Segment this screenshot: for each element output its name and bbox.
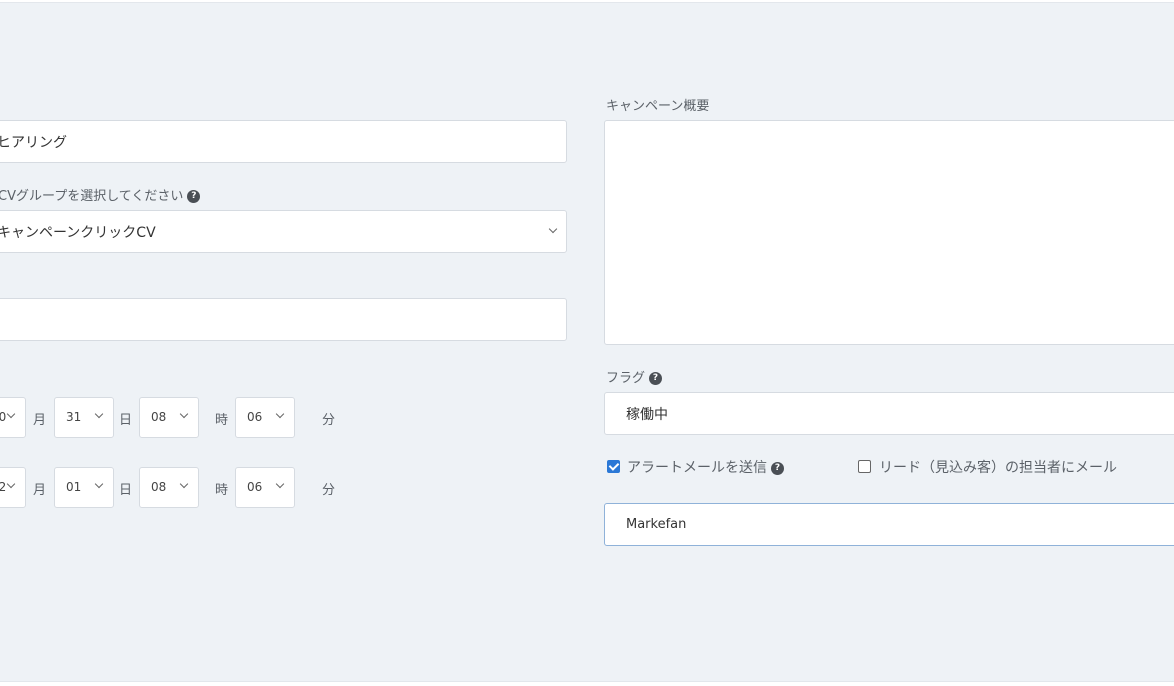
end-day-select[interactable]: 01: [54, 467, 114, 508]
help-icon[interactable]: ?: [187, 190, 201, 203]
campaign-name-input[interactable]: ヒアリング: [0, 120, 567, 163]
recipient-input-value: Markefan: [626, 517, 687, 532]
month-unit: 月: [33, 413, 47, 428]
chevron-down-icon: [94, 479, 104, 489]
start-month-select[interactable]: 10: [0, 397, 26, 438]
campaign-name-value: ヒアリング: [0, 134, 67, 151]
end-day-value: 01: [66, 480, 82, 494]
chevron-down-icon: [6, 479, 16, 489]
month-unit: 月: [33, 483, 47, 498]
chevron-down-icon: [179, 409, 189, 419]
flag-select-value: 稼働中: [626, 406, 668, 423]
end-hour-select[interactable]: 08: [139, 467, 199, 508]
start-day-value: 31: [66, 410, 82, 424]
flag-select[interactable]: 稼働中: [604, 392, 1174, 435]
overview-textarea[interactable]: [604, 120, 1174, 345]
end-minute-select[interactable]: 06: [235, 467, 295, 508]
cv-group-label: CVグループを選択してください?: [0, 185, 201, 204]
text-input[interactable]: [0, 298, 567, 341]
start-minute-select[interactable]: 06: [235, 397, 295, 438]
chevron-down-icon: [179, 479, 189, 489]
end-hour-value: 08: [151, 480, 167, 494]
minute-unit: 分: [322, 483, 336, 498]
chevron-down-icon: [548, 224, 558, 234]
start-minute-value: 06: [247, 410, 263, 424]
lead-checkbox[interactable]: [858, 460, 871, 473]
end-minute-value: 06: [247, 480, 263, 494]
hour-unit: 時: [215, 483, 229, 498]
cv-group-select[interactable]: キャンペーンクリックCV: [0, 210, 567, 253]
recipient-input[interactable]: Markefan: [604, 503, 1174, 546]
day-unit: 日: [119, 413, 133, 428]
start-day-select[interactable]: 31: [54, 397, 114, 438]
start-hour-select[interactable]: 08: [139, 397, 199, 438]
hour-unit: 時: [215, 413, 229, 428]
start-hour-value: 08: [151, 410, 167, 424]
chevron-down-icon: [275, 409, 285, 419]
chevron-down-icon: [94, 409, 104, 419]
help-icon[interactable]: ?: [771, 461, 784, 475]
help-icon[interactable]: ?: [649, 372, 663, 385]
flag-label: フラグ?: [606, 367, 663, 386]
end-month-select[interactable]: 12: [0, 467, 26, 508]
alert-checkbox[interactable]: [607, 460, 620, 473]
alert-label: アラートメールを送信?: [627, 457, 784, 477]
start-month-value: 10: [0, 410, 7, 424]
chevron-down-icon: [6, 409, 16, 419]
form-panel: ヒアリング CVグループを選択してください? キャンペーンクリックCV 10 月…: [0, 2, 1174, 682]
day-unit: 日: [119, 483, 133, 498]
end-month-value: 12: [0, 480, 7, 494]
overview-label: キャンペーン概要: [606, 99, 710, 114]
lead-label: リード（見込み客）の担当者にメール: [879, 460, 1117, 476]
minute-unit: 分: [322, 413, 336, 428]
cv-group-select-value: キャンペーンクリックCV: [0, 224, 156, 241]
chevron-down-icon: [275, 479, 285, 489]
